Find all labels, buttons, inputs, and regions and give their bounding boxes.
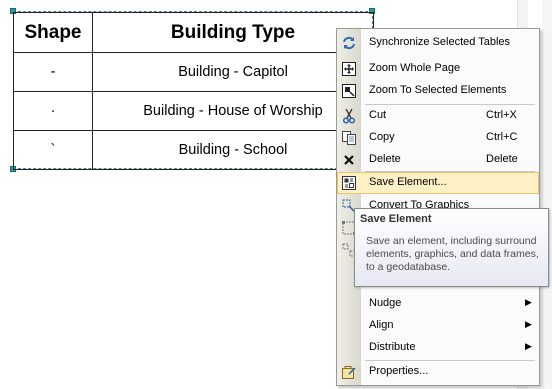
cell-building-type: Building - School xyxy=(92,130,374,170)
menu-item-nudge[interactable]: Nudge ▶ xyxy=(337,293,539,315)
menu-item-label: Cut xyxy=(369,109,387,121)
tooltip: Save Element Save an element, including … xyxy=(354,208,549,287)
menu-item-label: Delete xyxy=(369,153,401,165)
table-row: - Building - Capitol xyxy=(13,52,374,92)
menu-item-label: Zoom Whole Page xyxy=(369,62,461,74)
scroll-strip-outer xyxy=(542,0,552,389)
cell-shape: · xyxy=(13,91,93,131)
legend-table[interactable]: Shape Building Type - Building - Capitol… xyxy=(13,12,374,170)
menu-item-copy[interactable]: Copy Ctrl+C xyxy=(337,127,539,149)
header-shape: Shape xyxy=(13,12,93,53)
zoom-page-icon xyxy=(341,61,357,77)
menu-item-distribute[interactable]: Distribute ▶ xyxy=(337,337,539,359)
properties-icon xyxy=(341,364,357,380)
table-row: · Building - House of Worship xyxy=(13,91,374,131)
submenu-arrow-icon: ▶ xyxy=(525,319,532,329)
shortcut-text: Ctrl+X xyxy=(486,109,517,121)
cell-building-type: Building - Capitol xyxy=(92,52,374,92)
cell-shape: - xyxy=(13,52,93,92)
table-header-row: Shape Building Type xyxy=(13,12,374,53)
submenu-arrow-icon: ▶ xyxy=(525,341,532,351)
save-element-icon xyxy=(341,175,357,191)
tooltip-title: Save Element xyxy=(360,213,432,225)
cell-building-type: Building - House of Worship xyxy=(92,91,374,131)
menu-item-cut[interactable]: Cut Ctrl+X xyxy=(337,105,539,127)
menu-item-label: Align xyxy=(369,319,394,331)
menu-item-delete[interactable]: Delete Delete xyxy=(337,149,539,171)
menu-item-label: Zoom To Selected Elements xyxy=(369,84,507,96)
menu-item-save-element[interactable]: Save Element... xyxy=(337,172,539,194)
menu-item-label: Synchronize Selected Tables xyxy=(369,36,511,48)
zoom-selected-icon xyxy=(341,83,357,99)
copy-icon xyxy=(341,130,357,146)
tooltip-body: Save an element, including surround elem… xyxy=(366,235,539,273)
menu-item-label: Properties... xyxy=(369,365,429,377)
menu-item-label: Copy xyxy=(369,131,395,143)
shortcut-text: Delete xyxy=(486,153,518,165)
context-menu: Synchronize Selected Tables Zoom Whole P… xyxy=(336,28,540,386)
header-building-type: Building Type xyxy=(92,12,374,53)
menu-item-zoom-to-selected-elements[interactable]: Zoom To Selected Elements xyxy=(337,80,539,102)
menu-item-properties[interactable]: Properties... xyxy=(337,361,539,383)
cell-shape: ` xyxy=(13,130,93,170)
table-row: ` Building - School xyxy=(13,130,374,170)
scissors-icon xyxy=(341,108,357,124)
menu-item-zoom-whole-page[interactable]: Zoom Whole Page xyxy=(337,58,539,80)
delete-x-icon xyxy=(341,152,357,168)
menu-item-label: Save Element... xyxy=(369,176,447,188)
menu-item-synchronize-selected-tables[interactable]: Synchronize Selected Tables xyxy=(337,32,539,54)
menu-item-align[interactable]: Align ▶ xyxy=(337,315,539,337)
menu-item-label: Distribute xyxy=(369,341,416,353)
shortcut-text: Ctrl+C xyxy=(486,131,518,143)
menu-item-label: Nudge xyxy=(369,297,402,309)
sync-icon xyxy=(341,35,357,51)
submenu-arrow-icon: ▶ xyxy=(525,297,532,307)
